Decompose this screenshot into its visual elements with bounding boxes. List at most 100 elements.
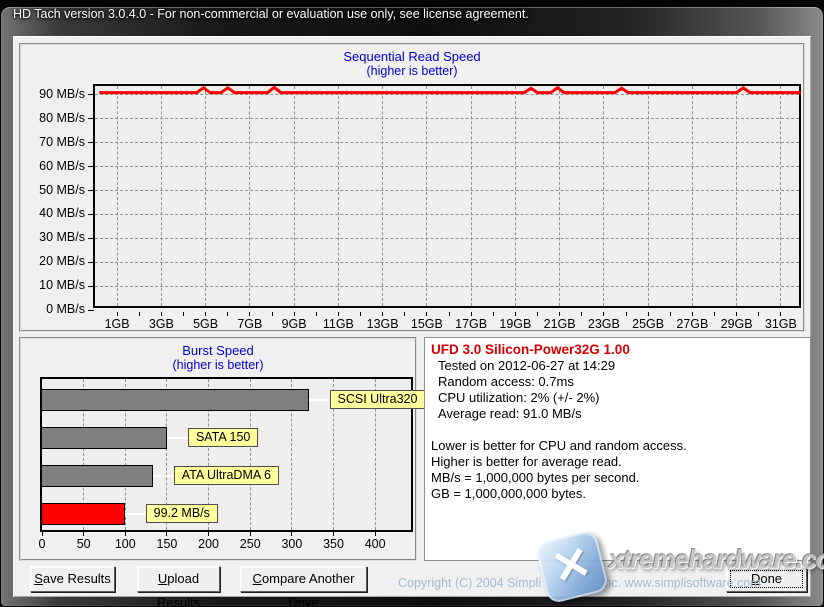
sequential-read-plot: 0 MB/s 10 MB/s 20 MB/s 30 MB/s 40 MB/s 50 MB/… bbox=[39, 84, 801, 331]
y-axis-tick bbox=[88, 309, 94, 311]
x-axis-tick bbox=[183, 312, 184, 316]
read-speed-line bbox=[99, 85, 801, 95]
y-axis-tick bbox=[88, 166, 94, 168]
burst-bar-label: SCSI Ultra320 bbox=[329, 390, 426, 409]
x-axis-tick bbox=[293, 312, 295, 316]
bar-label-connector bbox=[152, 475, 174, 477]
y-axis-tick bbox=[88, 261, 94, 263]
x-axis-tick bbox=[669, 312, 671, 316]
y-axis-label: 90 MB/s bbox=[39, 86, 85, 101]
x-axis-tick bbox=[603, 312, 605, 316]
sequential-read-panel: Sequential Read Speed (higher is better)… bbox=[19, 43, 805, 332]
cpu-utilization: CPU utilization: 2% (+/- 2%) bbox=[438, 390, 600, 405]
sequential-read-title: Sequential Read Speed bbox=[343, 49, 481, 64]
x-axis-tick bbox=[780, 312, 782, 316]
compare-another-drive-button[interactable]: Compare Another Drive bbox=[240, 566, 367, 607]
y-axis-tick bbox=[88, 118, 94, 120]
y-axis-label: 50 MB/s bbox=[39, 182, 85, 197]
burst-x-tick bbox=[41, 532, 43, 536]
y-axis-label: 30 MB/s bbox=[39, 230, 85, 245]
x-axis-tick bbox=[448, 312, 450, 316]
burst-bar-label: ATA UltraDMA 6 bbox=[173, 466, 279, 485]
copyright-text: Copyright (C) 2004 Simpli Software, Inc.… bbox=[398, 576, 761, 590]
x-axis-tick bbox=[537, 312, 538, 316]
burst-bar bbox=[42, 503, 125, 525]
y-axis-tick bbox=[88, 94, 94, 96]
burst-x-tick bbox=[166, 532, 168, 536]
x-axis-tick bbox=[116, 312, 118, 316]
burst-x-tick bbox=[124, 532, 126, 536]
burst-x-tick bbox=[374, 532, 376, 536]
burst-x-tick bbox=[83, 532, 85, 536]
upload-results-button[interactable]: Upload Results bbox=[137, 566, 220, 607]
burst-speed-subtitle: (higher is better) bbox=[172, 358, 264, 372]
burst-speed-panel: Burst Speed (higher is better) 0 50 100 150… bbox=[19, 337, 426, 561]
y-axis-tick bbox=[88, 190, 94, 192]
x-axis-tick bbox=[315, 312, 317, 316]
y-axis-label: 70 MB/s bbox=[39, 134, 85, 149]
note-line: Higher is better for average read. bbox=[431, 454, 622, 469]
hd-tach-window: HD Tach version 3.0.4.0 - For non-commer… bbox=[0, 0, 824, 607]
burst-bar-label: 99.2 MB/s bbox=[145, 504, 218, 523]
y-axis-label: 60 MB/s bbox=[39, 158, 85, 173]
random-access: Random access: 0.7ms bbox=[438, 374, 574, 389]
x-axis-tick bbox=[337, 312, 339, 316]
x-axis-tick bbox=[382, 312, 384, 316]
x-axis-tick bbox=[514, 312, 516, 316]
y-axis-tick bbox=[88, 237, 94, 239]
bar-label-connector bbox=[308, 399, 330, 401]
x-axis-tick bbox=[470, 312, 472, 316]
sequential-read-subtitle: (higher is better) bbox=[366, 64, 458, 78]
burst-bar bbox=[42, 465, 153, 487]
x-axis-tick bbox=[758, 312, 760, 316]
y-axis-label: 10 MB/s bbox=[39, 278, 85, 293]
burst-speed-title: Burst Speed bbox=[182, 343, 254, 358]
burst-bar bbox=[42, 389, 309, 411]
y-axis-tick bbox=[88, 285, 94, 287]
x-axis-tick bbox=[647, 312, 649, 316]
burst-x-tick bbox=[333, 532, 335, 536]
x-axis-tick bbox=[691, 312, 693, 316]
burst-x-label: 400 bbox=[364, 537, 386, 551]
note-line: Lower is better for CPU and random acces… bbox=[431, 438, 687, 453]
bar-label-connector bbox=[166, 437, 188, 439]
x-axis-tick bbox=[736, 312, 738, 316]
burst-bar-label: SATA 150 bbox=[187, 428, 259, 447]
x-axis-tick bbox=[404, 312, 406, 316]
tested-on: Tested on 2012-06-27 at 14:29 bbox=[438, 358, 616, 373]
x-axis-tick bbox=[160, 312, 162, 316]
results-panel: UFD 3.0 Silicon-Power32G 1.00 Tested on … bbox=[424, 337, 811, 561]
y-axis-label: 40 MB/s bbox=[39, 206, 85, 221]
burst-x-tick bbox=[208, 532, 210, 536]
burst-x-tick bbox=[291, 532, 293, 536]
x-axis-label: 31GB bbox=[764, 317, 797, 331]
x-axis-tick bbox=[426, 312, 428, 316]
save-results-button[interactable]: Save Results bbox=[30, 566, 115, 592]
drive-name: UFD 3.0 Silicon-Power32G 1.00 bbox=[431, 342, 630, 357]
x-axis-tick bbox=[714, 312, 715, 316]
x-axis-tick bbox=[271, 312, 273, 316]
x-axis-tick bbox=[205, 312, 207, 316]
burst-speed-plot: 0 50 100 150 200 250 300 350 400 SCSI Ultra320 SAT… bbox=[39, 377, 426, 551]
x-axis-tick bbox=[227, 312, 229, 316]
x-axis-tick bbox=[581, 312, 583, 316]
y-axis-label: 0 MB/s bbox=[46, 302, 85, 316]
y-axis-tick bbox=[88, 213, 94, 215]
note-line: GB = 1,000,000,000 bytes. bbox=[431, 486, 587, 501]
average-read: Average read: 91.0 MB/s bbox=[438, 406, 582, 421]
y-axis-tick bbox=[88, 142, 94, 144]
x-axis-tick bbox=[625, 312, 627, 316]
x-axis-tick bbox=[138, 312, 140, 316]
burst-x-tick bbox=[249, 532, 251, 536]
y-axis-label: 20 MB/s bbox=[39, 254, 85, 269]
window-title: HD Tach version 3.0.4.0 - For non-commer… bbox=[13, 7, 529, 21]
x-axis-tick bbox=[559, 312, 561, 316]
x-axis-tick bbox=[249, 312, 251, 316]
client-area: Sequential Read Speed (higher is better)… bbox=[13, 36, 824, 607]
x-axis-tick bbox=[360, 312, 361, 316]
bar-label-connector bbox=[124, 513, 146, 515]
note-line: MB/s = 1,000,000 bytes per second. bbox=[431, 470, 640, 485]
x-axis-tick bbox=[492, 312, 494, 316]
burst-bar bbox=[42, 427, 167, 449]
y-axis-label: 80 MB/s bbox=[39, 110, 85, 125]
